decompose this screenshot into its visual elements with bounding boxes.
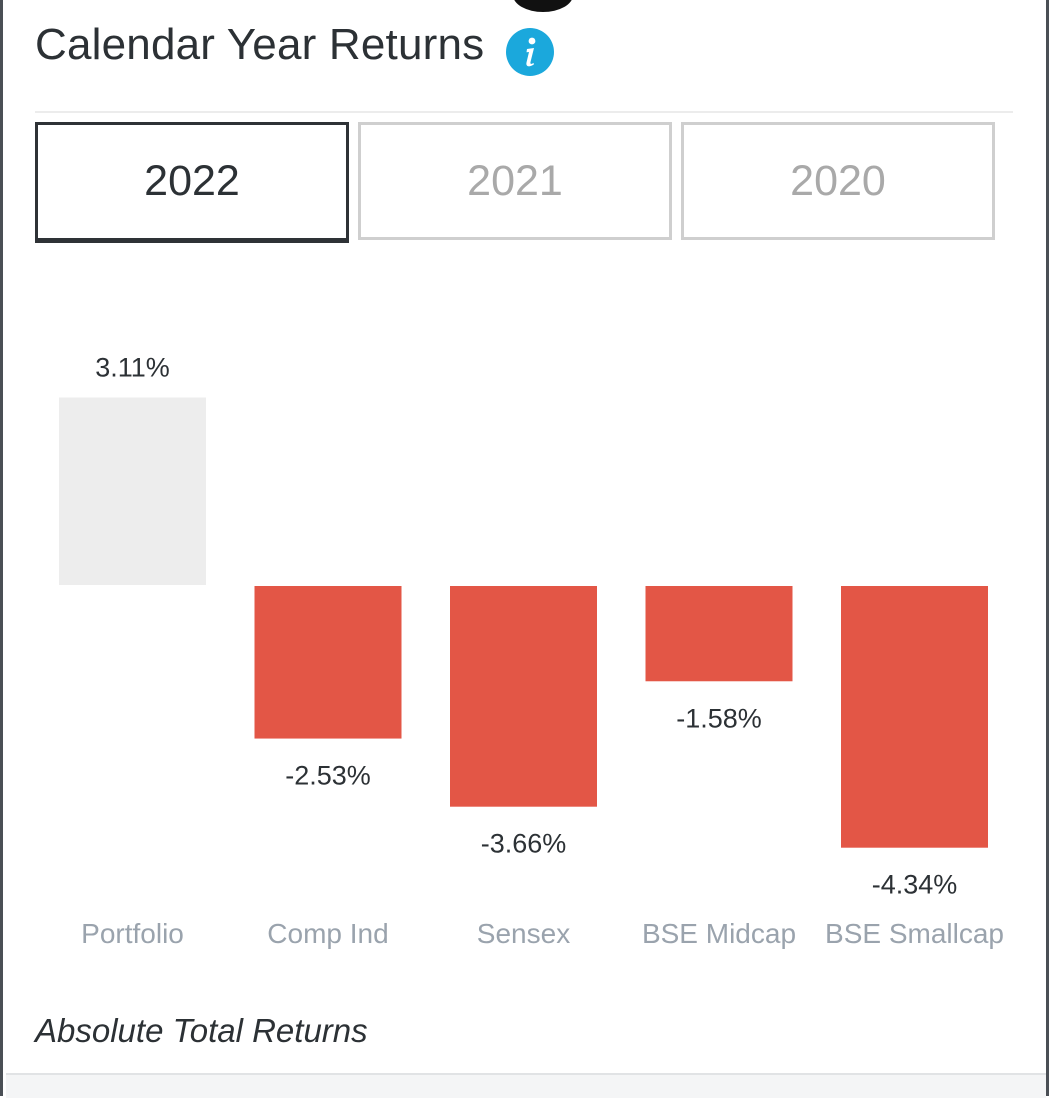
category-label: Portfolio [81,918,184,949]
category-label: BSE Smallcap [825,918,1004,949]
footnote: Absolute Total Returns [35,1012,368,1049]
data-label: -3.66% [481,829,567,859]
data-label: -2.53% [285,761,371,791]
category-label: Comp Ind [267,918,388,949]
category-label: Sensex [477,918,570,949]
bottom-strip [6,1073,1046,1098]
bar-comp-ind[interactable] [254,586,402,739]
bar-bse-midcap[interactable] [645,586,793,682]
category-label: BSE Midcap [642,918,796,949]
calendar-returns-card: Calendar Year Returns 2022 2021 2020 3.1… [0,0,1049,1098]
bar-portfolio[interactable] [59,397,206,585]
data-label: -1.58% [676,703,762,733]
data-label: 3.11% [95,352,170,382]
bar-bse-smallcap[interactable] [841,586,988,848]
bar-sensex[interactable] [450,586,597,807]
data-label: -4.34% [872,870,958,900]
returns-bar-chart: 3.11% Portfolio -2.53% Comp Ind -3.66% Sensex… [59,352,1004,949]
